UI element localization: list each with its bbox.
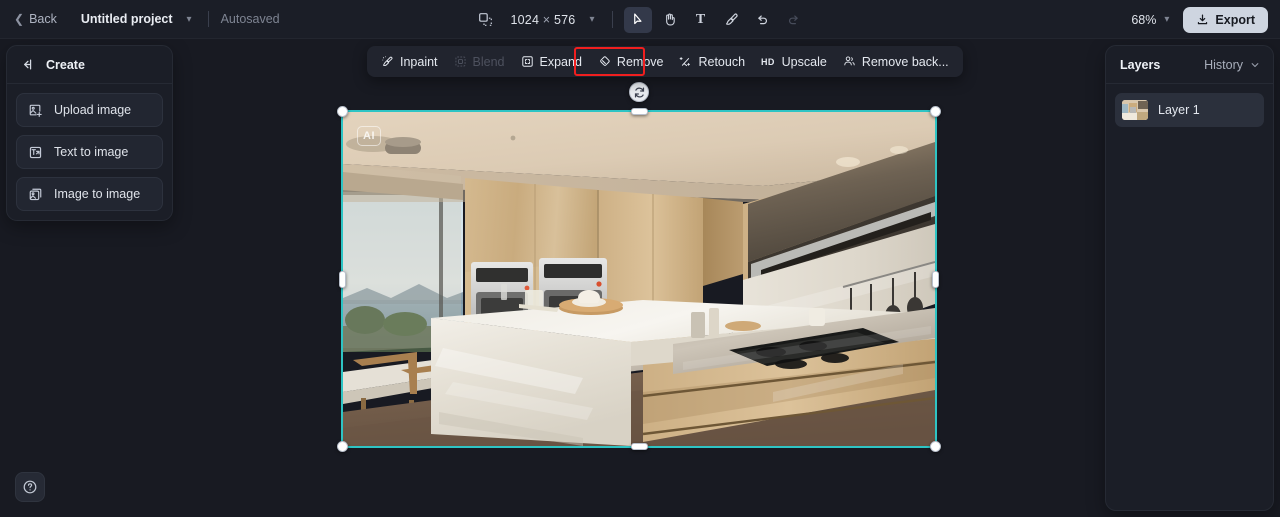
dimension-separator: ×: [542, 12, 551, 27]
upscale-button[interactable]: HD Upscale: [753, 50, 835, 73]
collapse-left-icon[interactable]: [21, 57, 36, 72]
hd-badge-icon: HD: [761, 56, 775, 67]
canvas-resize-icon[interactable]: [473, 7, 499, 33]
history-chevron-down-icon: [1250, 60, 1260, 70]
rotate-handle[interactable]: [629, 82, 649, 102]
canvas-height-value: 576: [553, 12, 576, 27]
remove-label: Remove: [616, 54, 664, 69]
back-button[interactable]: ❮ Back: [12, 8, 65, 30]
resize-handle-bottom-right[interactable]: [930, 441, 941, 452]
remove-background-button[interactable]: Remove back...: [835, 50, 957, 73]
create-panel: Create Upload image Text to image Image …: [6, 45, 173, 221]
kitchen-interior-image[interactable]: AI: [341, 110, 937, 448]
retouch-button[interactable]: Retouch: [671, 50, 753, 73]
redo-button[interactable]: [779, 7, 807, 33]
retouch-sparkle-icon: [679, 55, 692, 68]
eraser-icon: [598, 55, 611, 68]
upload-image-button[interactable]: Upload image: [16, 93, 163, 127]
expand-button[interactable]: Expand: [513, 50, 590, 73]
pan-tool[interactable]: [655, 7, 683, 33]
layers-panel-title: Layers: [1120, 57, 1161, 72]
remove-background-icon: [843, 55, 856, 68]
image-to-image-label: Image to image: [54, 187, 141, 201]
divider: [207, 11, 209, 27]
canvas-area[interactable]: AI: [0, 39, 1280, 517]
canvas-size-chevron-down-icon[interactable]: ▾: [585, 11, 598, 28]
zoom-chevron-down-icon[interactable]: ▾: [1164, 14, 1169, 25]
blend-icon: [454, 55, 467, 68]
canvas-width-value: 1024: [510, 12, 540, 27]
kitchen-interior-artwork: [343, 112, 935, 446]
resize-handle-bottom-left[interactable]: [337, 441, 348, 452]
top-bar-right-group: 68% ▾ Export: [1131, 0, 1268, 39]
canvas-dimensions[interactable]: 1024 × 576: [511, 13, 576, 27]
text-to-image-icon: [28, 145, 43, 160]
top-bar-left-group: ❮ Back Untitled project ▾ Autosaved: [0, 8, 280, 30]
undo-button[interactable]: [748, 7, 776, 33]
blend-label: Blend: [472, 54, 505, 69]
text-to-image-label: Text to image: [54, 145, 129, 159]
chevron-left-icon: ❮: [14, 12, 25, 26]
image-to-image-button[interactable]: Image to image: [16, 177, 163, 211]
history-tab[interactable]: History: [1204, 58, 1260, 72]
resize-handle-middle-left[interactable]: [339, 270, 346, 288]
upscale-label: Upscale: [781, 54, 827, 69]
back-button-label: Back: [29, 12, 57, 26]
create-panel-items: Upload image Text to image Image to imag…: [7, 84, 172, 211]
question-mark-circle-icon: [22, 479, 38, 495]
resize-handle-bottom-center[interactable]: [630, 443, 648, 450]
help-button[interactable]: [15, 472, 45, 502]
expand-frame-icon: [521, 55, 534, 68]
create-panel-header: Create: [7, 46, 172, 84]
upload-image-icon: [28, 103, 43, 118]
expand-label: Expand: [539, 54, 582, 69]
autosave-status: Autosaved: [220, 12, 280, 26]
layers-panel: Layers History Layer 1: [1105, 45, 1274, 511]
project-menu-chevron-down-icon[interactable]: ▾: [183, 11, 196, 28]
upload-image-label: Upload image: [54, 103, 132, 117]
top-bar: ❮ Back Untitled project ▾ Autosaved 1024…: [0, 0, 1280, 39]
image-edit-toolbar: Inpaint Blend Expand Remove Retouch HD U…: [367, 46, 963, 77]
remove-background-label: Remove back...: [861, 54, 949, 69]
text-to-image-button[interactable]: Text to image: [16, 135, 163, 169]
resize-handle-middle-right[interactable]: [932, 270, 939, 288]
export-button[interactable]: Export: [1183, 6, 1268, 33]
inpaint-label: Inpaint: [400, 54, 438, 69]
resize-handle-top-left[interactable]: [337, 106, 348, 117]
text-tool[interactable]: T: [686, 7, 714, 33]
zoom-level[interactable]: 68%: [1131, 13, 1156, 27]
download-icon: [1196, 13, 1209, 26]
layers-panel-header: Layers History: [1106, 46, 1273, 84]
layers-list: Layer 1: [1106, 84, 1273, 136]
layer-name: Layer 1: [1158, 103, 1200, 117]
inpaint-button[interactable]: Inpaint: [373, 50, 446, 73]
text-icon: T: [695, 11, 706, 27]
selected-image-object[interactable]: AI: [337, 82, 941, 452]
inpaint-brush-icon: [381, 55, 394, 68]
image-editor-app: ❮ Back Untitled project ▾ Autosaved 1024…: [0, 0, 1280, 517]
blend-button[interactable]: Blend: [446, 50, 513, 73]
ai-watermark-badge: AI: [357, 126, 381, 146]
history-tab-label: History: [1204, 57, 1243, 72]
tool-group: T: [624, 6, 807, 33]
resize-handle-top-center[interactable]: [630, 108, 648, 115]
brush-tool[interactable]: [717, 7, 745, 33]
divider: [612, 11, 614, 28]
kitchen-interior-thumbnail: [1122, 100, 1148, 120]
image-to-image-icon: [28, 187, 43, 202]
retouch-label: Retouch: [698, 54, 746, 69]
resize-handle-top-right[interactable]: [930, 106, 941, 117]
table-row[interactable]: Layer 1: [1115, 93, 1264, 127]
export-button-label: Export: [1215, 12, 1255, 27]
create-panel-title: Create: [46, 57, 85, 72]
project-title[interactable]: Untitled project: [81, 12, 173, 26]
select-tool[interactable]: [624, 6, 653, 33]
remove-button[interactable]: Remove: [590, 50, 672, 73]
